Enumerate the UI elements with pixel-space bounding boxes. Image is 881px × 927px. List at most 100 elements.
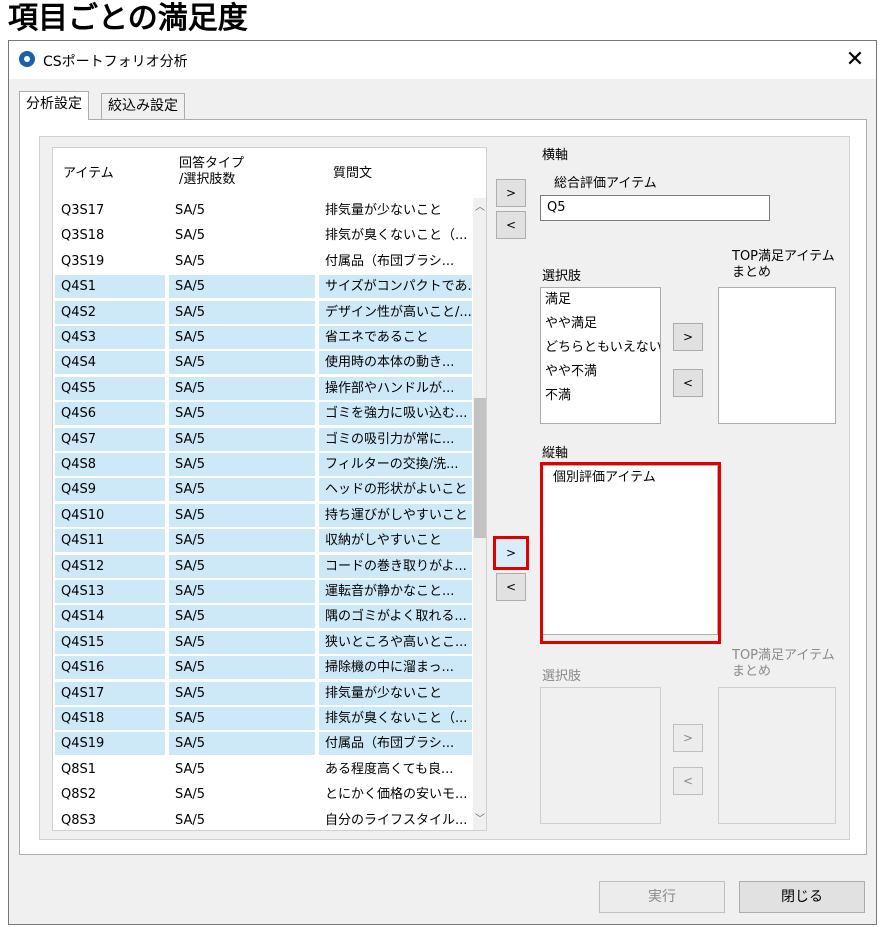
table-row[interactable]: Q4S13 SA/5 運転音が静かなこと... bbox=[53, 579, 473, 604]
list-item[interactable]: どちらともいえない bbox=[541, 336, 660, 360]
remove-horizontal-axis-button[interactable]: < bbox=[496, 211, 526, 239]
item-cell: Q4S4 bbox=[55, 351, 165, 375]
table-row[interactable]: Q4S3 SA/5 省エネであること bbox=[53, 325, 473, 350]
type-cell: SA/5 bbox=[169, 529, 315, 553]
remove-top-satisfaction-button[interactable]: < bbox=[673, 369, 703, 397]
question-cell: 運転音が静かなこと... bbox=[319, 580, 472, 603]
item-cell: Q4S2 bbox=[55, 300, 165, 324]
question-cell: 操作部やハンドルが... bbox=[319, 376, 472, 400]
type-cell: SA/5 bbox=[169, 326, 315, 349]
table-row[interactable]: Q3S18 SA/5 排気が臭くないこと（... bbox=[53, 223, 473, 248]
list-scrollbar[interactable]: ︿ ﹀ bbox=[473, 198, 486, 830]
question-cell: ヘッドの形状がよいこと bbox=[319, 478, 472, 502]
horizontal-top-list[interactable] bbox=[718, 287, 836, 424]
type-cell: SA/5 bbox=[169, 351, 315, 375]
item-cell: Q4S10 bbox=[55, 503, 165, 527]
column-header-question[interactable]: 質問文 bbox=[333, 166, 372, 182]
scroll-up-icon[interactable]: ︿ bbox=[473, 200, 486, 216]
column-header-type-line2: /選択肢数 bbox=[179, 172, 236, 187]
table-row[interactable]: Q4S17 SA/5 排気量が少ないこと bbox=[53, 681, 473, 706]
table-row[interactable]: Q4S1 SA/5 サイズがコンパクトであ... bbox=[53, 274, 473, 299]
item-cell: Q4S7 bbox=[55, 427, 165, 451]
question-cell: 狭いところや高いとこ... bbox=[319, 630, 472, 654]
table-row[interactable]: Q4S8 SA/5 フィルターの交換/洗... bbox=[53, 452, 473, 477]
add-horizontal-axis-button[interactable]: > bbox=[496, 179, 526, 207]
question-cell: 付属品（布団ブラシ... bbox=[319, 732, 472, 756]
run-button[interactable]: 実行 bbox=[599, 881, 725, 913]
table-row[interactable]: Q4S11 SA/5 収納がしやすいこと bbox=[53, 528, 473, 553]
question-cell: 収納がしやすいこと bbox=[319, 529, 472, 553]
add-vertical-top-button[interactable]: > bbox=[673, 724, 703, 752]
list-item[interactable]: やや満足 bbox=[541, 312, 660, 336]
horizontal-choices-list[interactable]: 満足 やや満足 どちらともいえない やや不満 不満 bbox=[540, 287, 661, 424]
item-cell: Q4S5 bbox=[55, 376, 165, 400]
close-button[interactable]: 閉じる bbox=[739, 881, 865, 913]
item-cell: Q4S14 bbox=[55, 605, 165, 629]
item-cell: Q3S18 bbox=[61, 228, 105, 244]
type-cell: SA/5 bbox=[169, 503, 315, 527]
remove-vertical-top-button[interactable]: < bbox=[673, 767, 703, 795]
table-row[interactable]: Q4S7 SA/5 ゴミの吸引力が常に... bbox=[53, 427, 473, 452]
item-cell: Q4S13 bbox=[55, 580, 165, 603]
add-top-satisfaction-button[interactable]: > bbox=[673, 323, 703, 351]
add-vertical-axis-button[interactable]: > bbox=[493, 536, 529, 570]
table-row[interactable]: Q4S10 SA/5 持ち運びがしやすいこと bbox=[53, 503, 473, 528]
scroll-thumb[interactable] bbox=[474, 398, 486, 538]
table-row[interactable]: Q4S12 SA/5 コードの巻き取りがよ... bbox=[53, 554, 473, 579]
tab-filter-settings[interactable]: 絞込み設定 bbox=[101, 93, 185, 119]
type-cell: SA/5 bbox=[169, 376, 315, 400]
table-row[interactable]: Q8S1 SA/5 ある程度高くても良... bbox=[53, 757, 473, 782]
item-cell: Q4S1 bbox=[55, 275, 165, 299]
table-row[interactable]: Q4S14 SA/5 隅のゴミがよく取れる... bbox=[53, 604, 473, 629]
table-row[interactable]: Q4S4 SA/5 使用時の本体の動き... bbox=[53, 350, 473, 375]
table-row[interactable]: Q3S17 SA/5 排気量が少ないこと bbox=[53, 198, 473, 223]
question-cell: 付属品（布団ブラシ... bbox=[325, 253, 455, 269]
question-cell: 掃除機の中に溜まっ... bbox=[319, 656, 472, 680]
type-cell: SA/5 bbox=[169, 275, 315, 299]
type-cell: SA/5 bbox=[169, 630, 315, 654]
table-row[interactable]: Q4S6 SA/5 ゴミを強力に吸い込む... bbox=[53, 401, 473, 426]
type-cell: SA/5 bbox=[169, 554, 315, 578]
item-cell: Q4S8 bbox=[55, 453, 165, 476]
table-row[interactable]: Q4S18 SA/5 排気が臭くないこと（... bbox=[53, 706, 473, 731]
list-item[interactable]: 不満 bbox=[541, 384, 660, 408]
question-cell: ゴミの吸引力が常に... bbox=[319, 427, 472, 451]
tab-analysis-settings[interactable]: 分析設定 bbox=[19, 91, 89, 120]
table-row[interactable]: Q4S15 SA/5 狭いところや高いとこ... bbox=[53, 630, 473, 655]
question-cell: とにかく価格の安いモ... bbox=[325, 787, 468, 803]
remove-vertical-axis-button[interactable]: < bbox=[496, 573, 526, 601]
item-cell: Q4S12 bbox=[55, 554, 165, 578]
table-row[interactable]: Q4S16 SA/5 掃除機の中に溜まっ... bbox=[53, 655, 473, 680]
item-cell: Q4S9 bbox=[55, 478, 165, 502]
scroll-down-icon[interactable]: ﹀ bbox=[473, 812, 486, 828]
item-cell: Q4S16 bbox=[55, 656, 165, 680]
vertical-top-label-line2: まとめ bbox=[732, 664, 772, 679]
type-cell: SA/5 bbox=[175, 228, 206, 244]
table-row[interactable]: Q4S19 SA/5 付属品（布団ブラシ... bbox=[53, 731, 473, 756]
type-cell: SA/5 bbox=[169, 427, 315, 451]
close-window-button[interactable]: ✕ bbox=[842, 47, 868, 73]
window-title: CSポートフォリオ分析 bbox=[43, 54, 188, 70]
table-row[interactable]: Q3S19 SA/5 付属品（布団ブラシ... bbox=[53, 249, 473, 274]
table-row[interactable]: Q4S2 SA/5 デザイン性が高いこと/... bbox=[53, 300, 473, 325]
question-cell: 隅のゴミがよく取れる... bbox=[319, 605, 472, 629]
column-header-item[interactable]: アイテム bbox=[63, 166, 114, 182]
column-header-type[interactable]: 回答タイプ /選択肢数 bbox=[179, 156, 244, 188]
item-list-header: アイテム 回答タイプ /選択肢数 質問文 bbox=[53, 148, 473, 198]
item-cell: Q4S15 bbox=[55, 630, 165, 654]
table-row[interactable]: Q8S2 SA/5 とにかく価格の安いモ... bbox=[53, 782, 473, 807]
question-cell: デザイン性が高いこと/... bbox=[319, 300, 472, 324]
list-item[interactable]: やや不満 bbox=[541, 360, 660, 384]
horizontal-axis-sublabel: 総合評価アイテム bbox=[554, 176, 657, 191]
horizontal-top-label-line2: まとめ bbox=[732, 265, 772, 280]
question-cell: ゴミを強力に吸い込む... bbox=[319, 402, 472, 426]
item-list[interactable]: アイテム 回答タイプ /選択肢数 質問文 Q3S17 SA/5 排気量が少ないこと Q… bbox=[52, 147, 487, 831]
tab-panel: アイテム 回答タイプ /選択肢数 質問文 Q3S17 SA/5 排気量が少ないこと Q… bbox=[19, 119, 867, 855]
vertical-top-label-line1: TOP満足アイテム bbox=[732, 648, 835, 663]
table-row[interactable]: Q4S9 SA/5 ヘッドの形状がよいこと bbox=[53, 477, 473, 502]
horizontal-axis-field[interactable]: Q5 bbox=[540, 195, 770, 221]
table-row[interactable]: Q8S3 SA/5 自分のライフスタイル... bbox=[53, 808, 473, 830]
table-row[interactable]: Q4S5 SA/5 操作部やハンドルが... bbox=[53, 376, 473, 401]
list-item[interactable]: 満足 bbox=[541, 288, 660, 312]
question-cell: 排気が臭くないこと（... bbox=[319, 707, 472, 730]
